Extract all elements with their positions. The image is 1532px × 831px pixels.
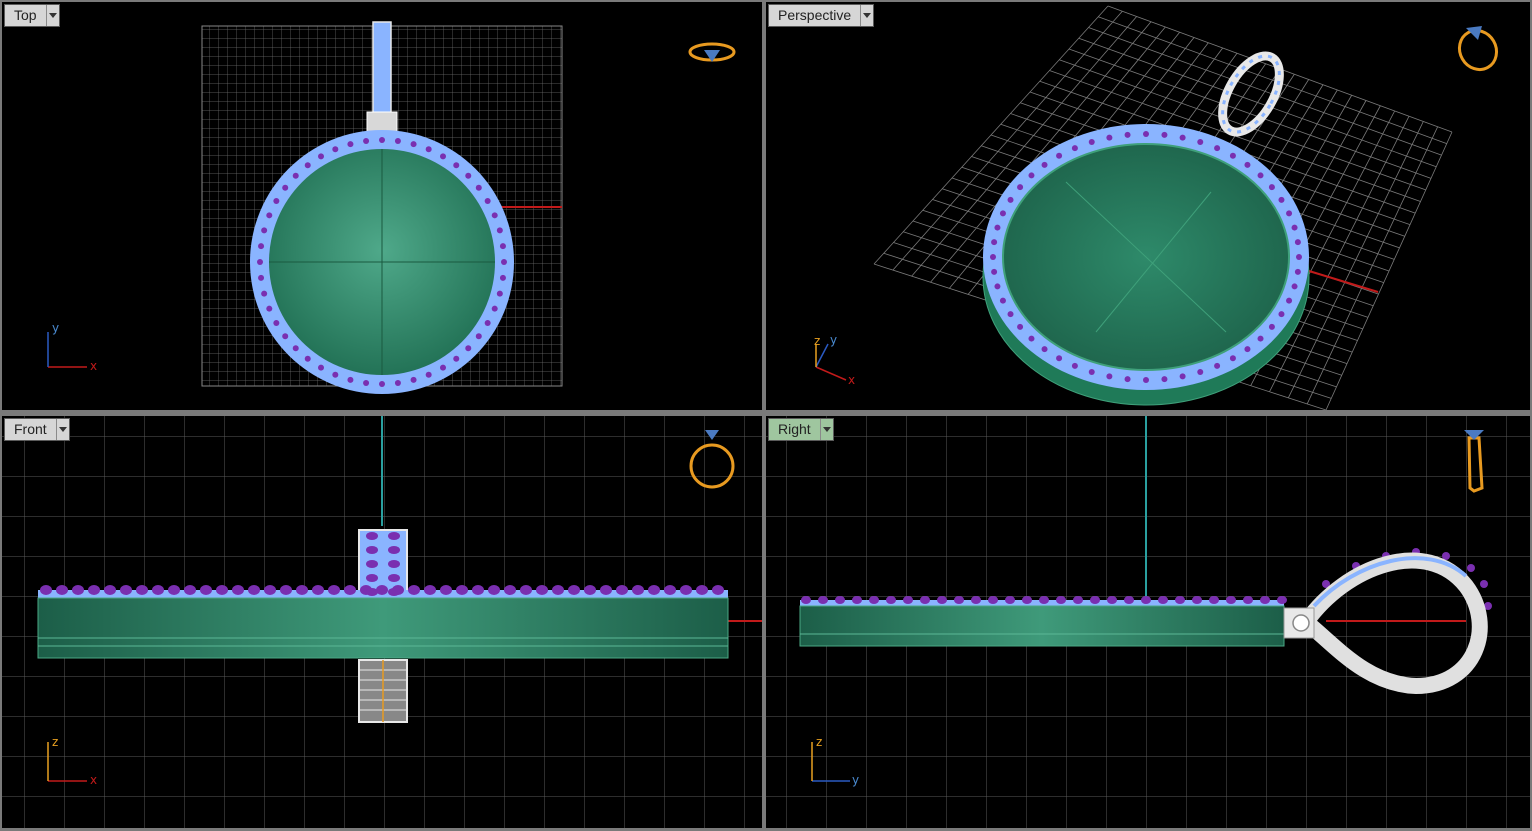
tab-right[interactable]: Right <box>768 418 834 441</box>
ring-navigation-widget-icon[interactable] <box>1452 24 1503 77</box>
viewport-menu-arrow-icon[interactable] <box>45 5 59 26</box>
viewport-right[interactable]: z y Right <box>766 416 1530 828</box>
axis-label-x: x <box>90 359 97 373</box>
axis-label-x: x <box>848 373 855 387</box>
axis-label-z: z <box>814 334 820 348</box>
tab-top[interactable]: Top <box>4 4 60 27</box>
viewport-front[interactable]: z x Front <box>2 416 762 828</box>
viewport-menu-arrow-icon[interactable] <box>860 5 873 26</box>
viewport-menu-arrow-icon[interactable] <box>55 419 69 440</box>
axis-label-z: z <box>816 735 822 749</box>
pendant-disc <box>799 605 1285 647</box>
front-scene[interactable]: z x <box>2 416 762 828</box>
bail-shape <box>372 21 392 119</box>
axis-indicator <box>47 332 87 368</box>
perspective-scene[interactable]: z y x <box>766 2 1530 410</box>
axis-label-y: y <box>52 321 59 335</box>
axis-label-y: y <box>830 333 837 347</box>
axis-indicator <box>815 343 847 381</box>
viewport-title: Top <box>14 7 37 23</box>
tab-front[interactable]: Front <box>4 418 70 441</box>
viewport-title: Front <box>14 421 47 437</box>
viewport-title: Perspective <box>778 7 852 23</box>
axis-label-x: x <box>90 773 97 787</box>
axis-label-y: y <box>852 773 859 787</box>
viewport-top[interactable]: y x Top <box>2 2 762 410</box>
tab-perspective[interactable]: Perspective <box>768 4 875 27</box>
viewport-menu-arrow-icon[interactable] <box>819 419 833 440</box>
pendant-disc <box>37 597 729 659</box>
axis-label-z: z <box>52 735 58 749</box>
top-scene[interactable]: y x <box>2 2 762 410</box>
viewport-title: Right <box>778 421 811 437</box>
ring-navigation-widget-icon[interactable] <box>688 42 736 62</box>
viewport-perspective[interactable]: z y x Perspective <box>766 2 1530 410</box>
right-scene[interactable]: z y <box>766 416 1530 828</box>
